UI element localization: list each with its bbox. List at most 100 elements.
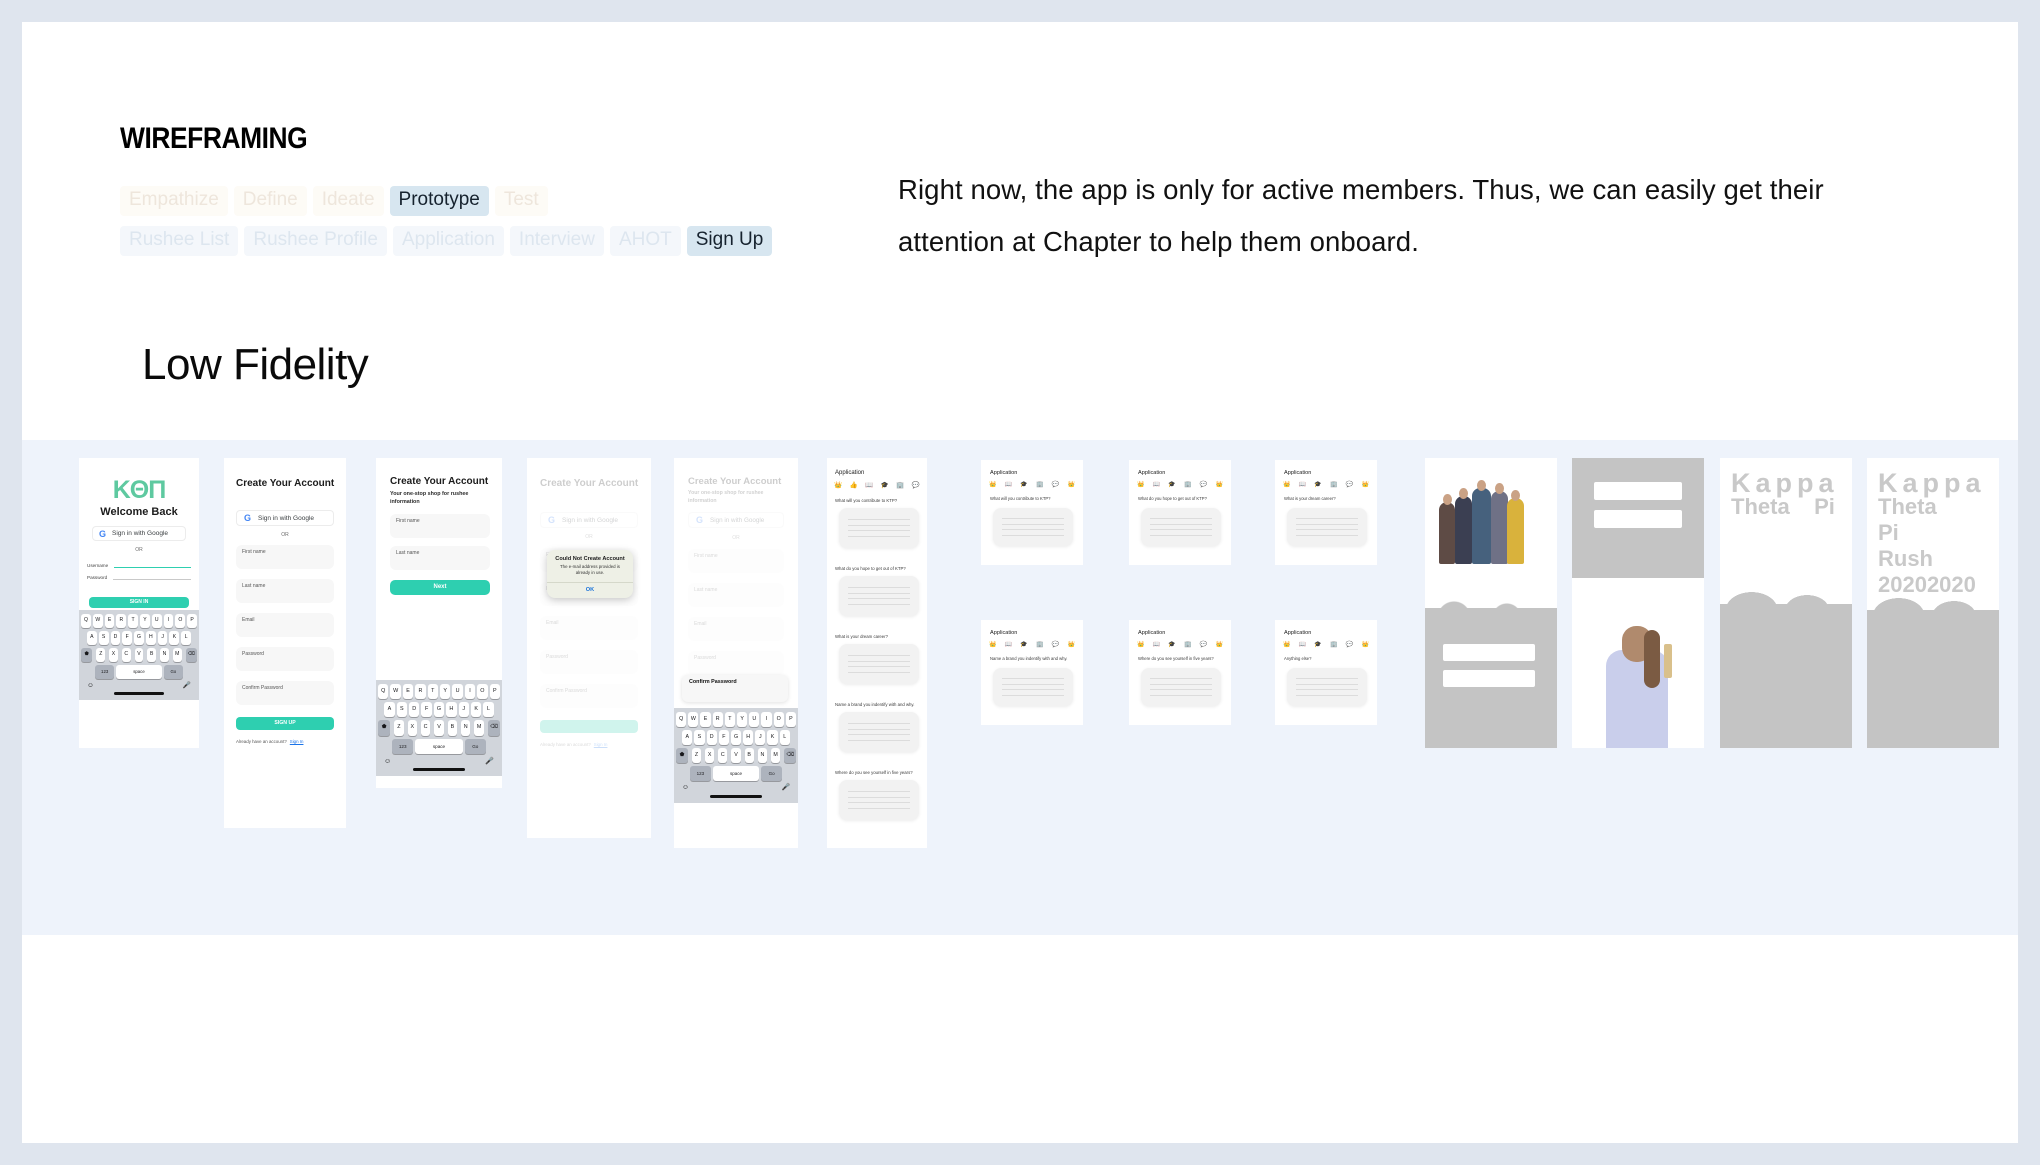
key-j[interactable]: J (458, 702, 469, 718)
key-f[interactable]: F (122, 630, 133, 645)
tab-application[interactable]: Application (392, 226, 504, 256)
google-sign-in-button[interactable]: G Sign in with Google (688, 512, 784, 528)
key-i[interactable]: I (761, 712, 772, 727)
field-email[interactable]: Email (540, 616, 638, 640)
key-u[interactable]: U (749, 712, 760, 727)
field-email[interactable]: Email (236, 613, 334, 637)
app-icon-3[interactable]: 🏢 (1330, 641, 1337, 648)
key-s[interactable]: S (98, 630, 109, 645)
key-u[interactable]: U (452, 684, 463, 700)
key-c[interactable]: C (121, 647, 131, 662)
key-m[interactable]: M (474, 720, 484, 736)
app-icon-3[interactable]: 🏢 (1036, 641, 1043, 648)
key-q[interactable]: Q (81, 614, 91, 628)
mockup-branding[interactable]: Kappa Theta Pi (1720, 458, 1852, 748)
key-g[interactable]: G (433, 702, 445, 718)
key-o[interactable]: O (773, 712, 784, 727)
username-input[interactable] (114, 562, 191, 568)
key-p[interactable]: P (785, 712, 796, 727)
field-first-name[interactable]: First name (688, 549, 784, 573)
key-j[interactable]: J (157, 630, 168, 645)
key-go[interactable]: Go (163, 664, 184, 679)
key-o[interactable]: O (175, 614, 186, 628)
tab-interview[interactable]: Interview (509, 226, 604, 256)
microphone-icon[interactable]: 🎤 (183, 682, 191, 690)
field-email[interactable]: Email (688, 617, 784, 641)
sign-in-button[interactable]: SIGN IN (89, 597, 189, 608)
app-icon-4[interactable]: 💬 (1346, 481, 1353, 488)
key-w[interactable]: W (390, 684, 401, 700)
mockup-sign-in[interactable]: KΘΠ Welcome Back G Sign in with Google OR Use… (79, 458, 199, 748)
app-icon-0[interactable]: 👑 (1283, 481, 1290, 488)
username-field[interactable]: Username (87, 562, 191, 568)
mockup-application-card[interactable]: Application 👑 📖 🎓 🏢 💬 👑 What will you contribut… (981, 460, 1083, 565)
key-f[interactable]: F (718, 730, 729, 745)
key-k[interactable]: K (169, 630, 180, 645)
key-k[interactable]: K (470, 702, 482, 718)
application-answer-card[interactable] (839, 508, 919, 548)
key-n[interactable]: N (160, 647, 169, 662)
key-b[interactable]: B (447, 720, 458, 736)
key-s[interactable]: S (396, 702, 408, 718)
building-icon[interactable]: 🏢 (896, 481, 904, 489)
application-answer-card[interactable] (839, 576, 919, 616)
key-p[interactable]: P (489, 684, 500, 700)
app-icon-3[interactable]: 🏢 (1330, 481, 1337, 488)
tab-define[interactable]: Define (233, 186, 307, 216)
app-icon-0[interactable]: 👑 (1283, 641, 1290, 648)
app-icon-1[interactable]: 📖 (1299, 641, 1306, 648)
key-s[interactable]: S (694, 730, 705, 745)
key-go[interactable]: Go (761, 766, 782, 781)
key-b[interactable]: B (744, 748, 754, 763)
key-a[interactable]: A (86, 630, 97, 645)
key-h[interactable]: H (446, 702, 457, 718)
app-icon-0[interactable]: 👑 (989, 481, 996, 488)
backspace-icon[interactable]: ⌫ (784, 748, 797, 763)
key-g[interactable]: G (730, 730, 742, 745)
app-icon-1[interactable]: 📖 (1005, 641, 1012, 648)
app-icon-4[interactable]: 💬 (1052, 641, 1059, 648)
field-password[interactable]: Password (540, 650, 638, 674)
shift-icon[interactable]: ⬟ (81, 647, 93, 662)
key-l[interactable]: L (483, 702, 494, 718)
app-icon-2[interactable]: 🎓 (1168, 481, 1175, 488)
key-d[interactable]: D (110, 630, 121, 645)
key-y[interactable]: Y (737, 712, 748, 727)
key-t[interactable]: T (724, 712, 735, 727)
key-numbers[interactable]: 123 (94, 664, 115, 679)
field-last-name[interactable]: Last name (236, 579, 334, 603)
mockup-application-form[interactable]: Application 👑 👍 📖 🎓 🏢 💬 What will you contribut… (827, 458, 927, 848)
shift-icon[interactable]: ⬟ (378, 720, 391, 736)
app-icon-1[interactable]: 📖 (1005, 481, 1012, 488)
app-icon-5[interactable]: 👑 (1068, 481, 1075, 488)
mockup-application-card[interactable]: Application 👑 📖 🎓 🏢 💬 👑 Anything else? (1275, 620, 1377, 725)
google-sign-in-button[interactable]: G Sign in with Google (92, 526, 186, 541)
key-n[interactable]: N (757, 748, 767, 763)
app-icon-4[interactable]: 💬 (1346, 641, 1353, 648)
app-icon-2[interactable]: 🎓 (1314, 481, 1321, 488)
field-last-name[interactable]: Last name (688, 583, 784, 607)
field-password[interactable]: Password (236, 647, 334, 671)
key-b[interactable]: B (147, 647, 157, 662)
key-u[interactable]: U (151, 614, 162, 628)
speech-bubble-icon[interactable]: 💬 (912, 481, 920, 489)
key-numbers[interactable]: 123 (392, 738, 414, 754)
key-space[interactable]: space (415, 738, 463, 754)
key-w[interactable]: W (92, 614, 103, 628)
application-answer-card[interactable] (993, 668, 1073, 706)
virtual-keyboard[interactable]: Q W E R T Y U I O P A S D F G H J K L ⬟ Z X C V B N M ⌫ 123 space Go ☺ 🎤 (79, 610, 199, 700)
app-icon-0[interactable]: 👑 (1137, 641, 1144, 648)
key-n[interactable]: N (461, 720, 471, 736)
key-y[interactable]: Y (440, 684, 451, 700)
key-i[interactable]: I (163, 614, 174, 628)
key-r[interactable]: R (116, 614, 127, 628)
key-i[interactable]: I (464, 684, 476, 700)
application-answer-card[interactable] (1287, 668, 1367, 706)
mockup-application-card[interactable]: Application 👑 📖 🎓 🏢 💬 👑 What do you hope to get… (1129, 460, 1231, 565)
key-q[interactable]: Q (676, 712, 687, 727)
app-icon-1[interactable]: 📖 (1153, 481, 1160, 488)
key-e[interactable]: E (104, 614, 115, 628)
field-first-name[interactable]: First name (236, 545, 334, 569)
app-icon-5[interactable]: 👑 (1068, 641, 1075, 648)
application-answer-card[interactable] (839, 780, 919, 820)
